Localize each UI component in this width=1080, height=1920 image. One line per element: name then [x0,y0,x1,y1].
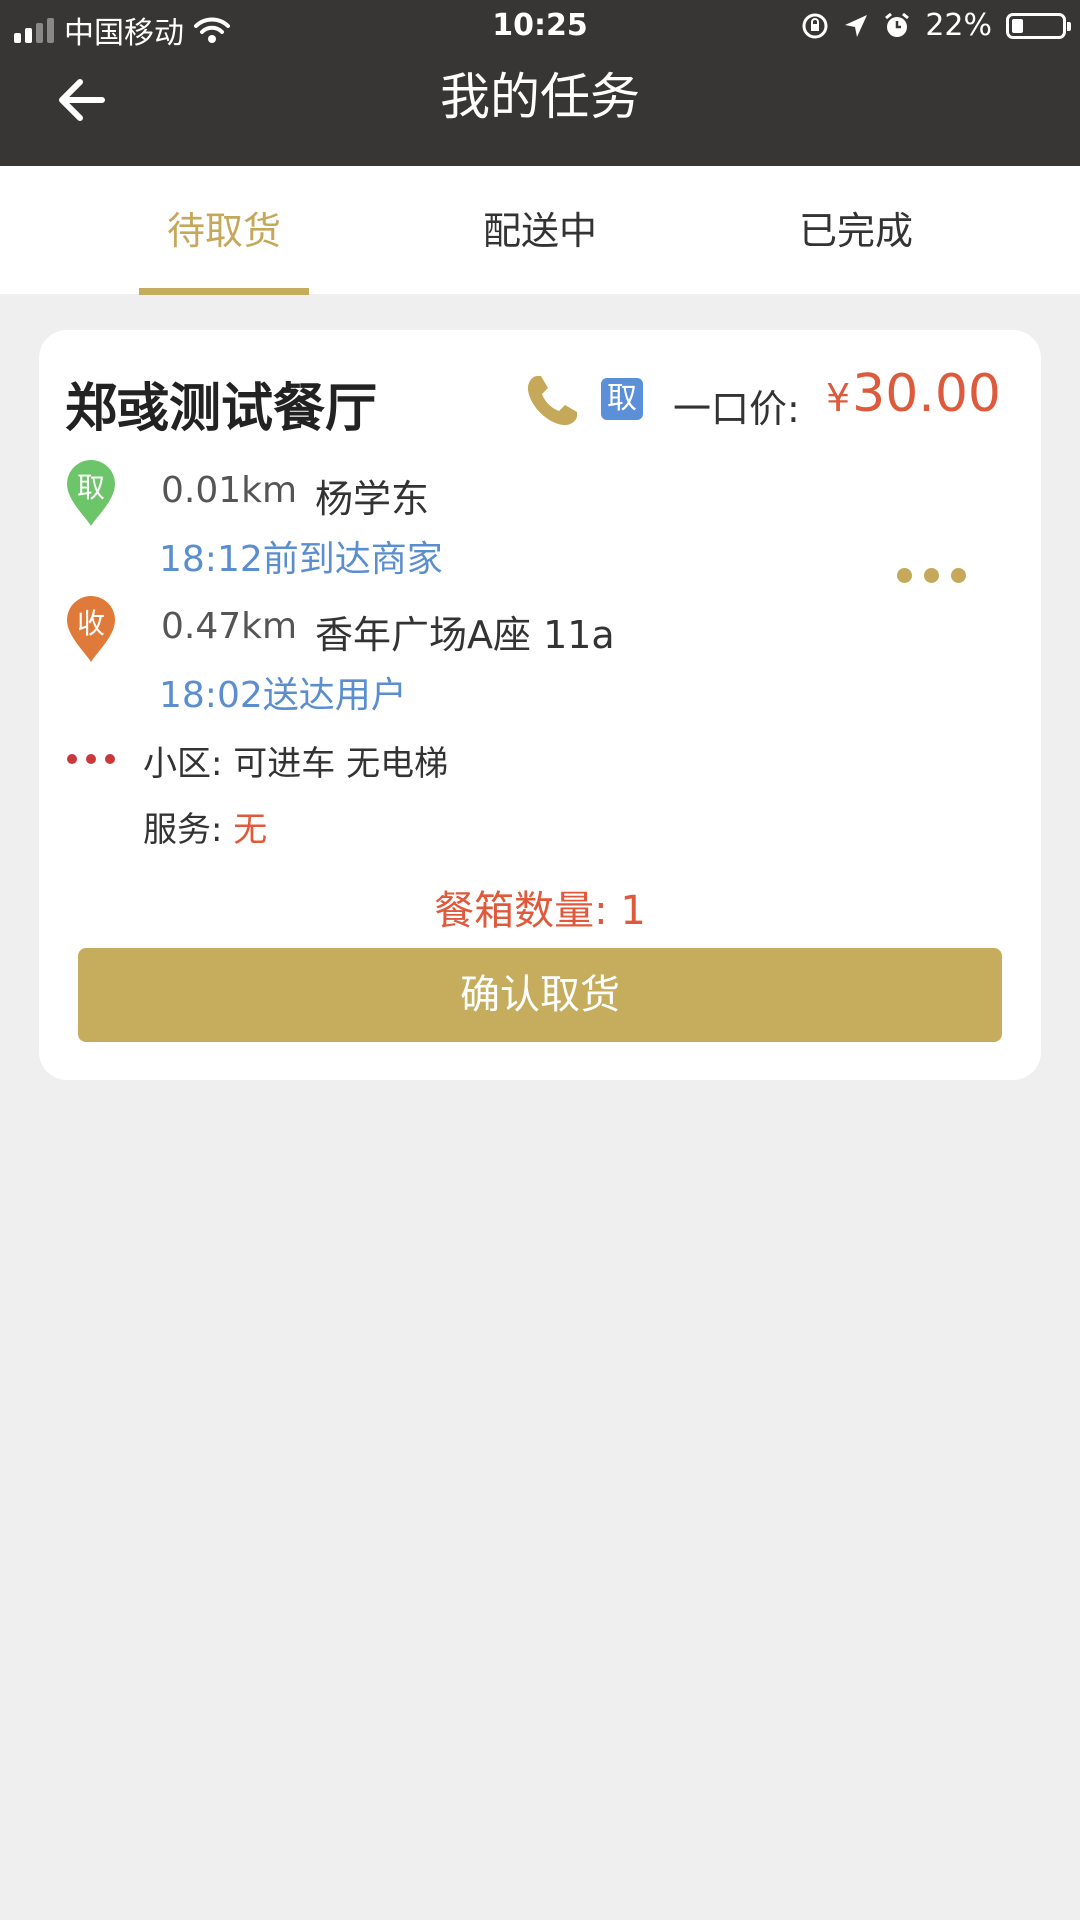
orientation-lock-icon [802,13,828,38]
pickup-time-note: 18:12前到达商家 [159,539,443,580]
active-tab-indicator [139,288,309,295]
box-count-value: 1 [620,888,646,934]
pickup-name: 杨学东 [315,477,430,521]
price-label: 一口价: [673,387,800,431]
community-value: 可进车 无电梯 [233,744,449,784]
service-info: 服务: 无 [143,802,267,851]
service-label: 服务: [143,810,223,850]
price-value: ¥30.00 [826,364,1001,424]
battery-percent: 22% [925,8,992,43]
price-currency: ¥ [825,376,851,420]
info-dots-icon [67,754,115,764]
pickup-distance: 0.01km [161,470,298,511]
delivery-time-note: 18:02送达用户 [159,675,407,716]
shop-name: 郑彧测试餐厅 [65,379,378,439]
box-count-label: 餐箱数量: [434,888,608,934]
alarm-icon [885,12,910,37]
community-info: 小区: 可进车 无电梯 [143,736,448,785]
delivery-distance: 0.47km [161,606,298,647]
tab-completed[interactable]: 已完成 [698,166,1014,294]
tab-pending-pickup[interactable]: 待取货 [66,166,382,294]
header: 中国移动 10:25 22% 我的任务 [0,0,1080,166]
pickup-marker-label: 取 [76,471,105,504]
confirm-pickup-button[interactable]: 确认取货 [78,948,1002,1042]
delivery-marker-icon: 收 [65,594,117,664]
battery-icon [1006,12,1071,39]
delivery-marker-label: 收 [76,607,105,640]
location-arrow-icon [845,14,868,37]
pickup-marker-icon: 取 [65,458,117,528]
more-icon[interactable] [897,568,966,583]
pickup-badge: 取 [601,378,643,420]
status-bar: 中国移动 10:25 22% [0,0,1080,52]
community-label: 小区: [143,744,223,784]
box-count: 餐箱数量: 1 [39,878,1041,936]
tab-bar: 待取货 配送中 已完成 [0,166,1080,295]
task-card[interactable]: 郑彧测试餐厅 取 一口价: ¥30.00 取 0.01km 杨学东 18:12前… [39,330,1041,1080]
price-amount: 30.00 [852,364,1001,424]
tab-delivering[interactable]: 配送中 [382,166,698,294]
delivery-address: 香年广场A座 11a [315,613,615,657]
page-title: 我的任务 [440,68,640,126]
phone-icon[interactable] [523,372,581,430]
service-value: 无 [233,810,268,850]
